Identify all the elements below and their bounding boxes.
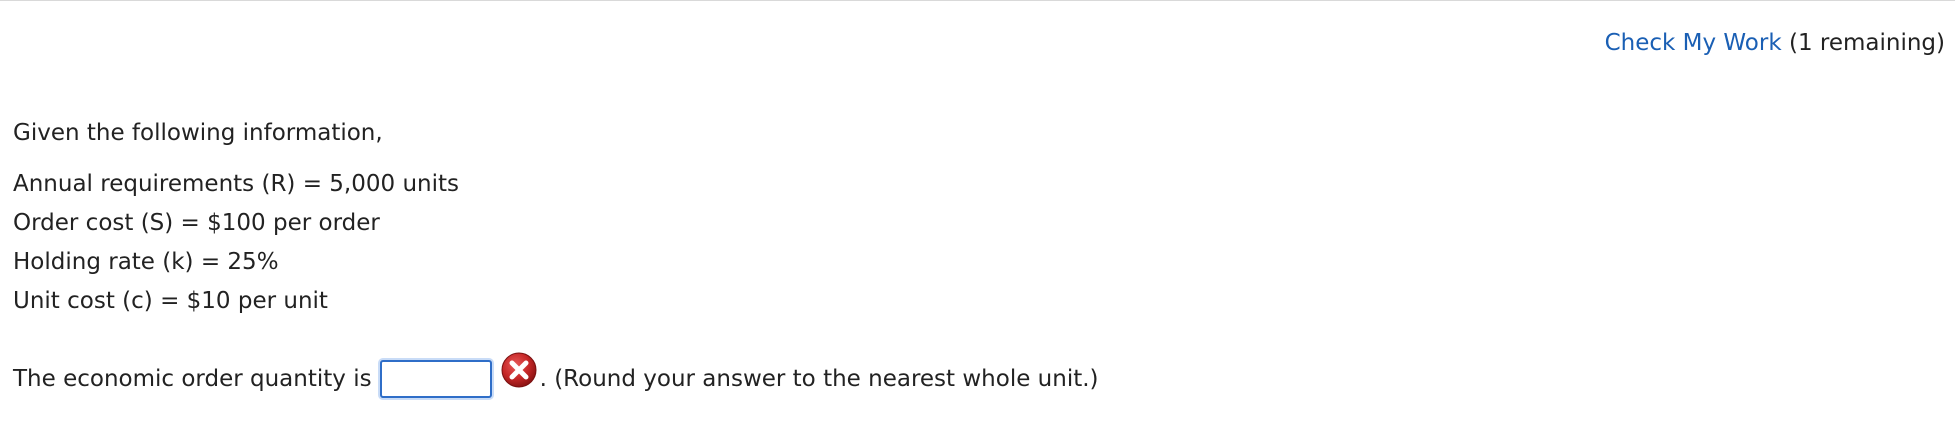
eoq-question: The economic order quantity is . (Round … (13, 351, 1099, 404)
incorrect-x-icon (500, 351, 538, 389)
problem-intro: Given the following information, (13, 120, 383, 146)
given-annual-requirements: Annual requirements (R) = 5,000 units (13, 171, 459, 197)
question-prefix: The economic order quantity is (13, 366, 372, 392)
check-work-bar: Check My Work (1 remaining) (1605, 30, 1945, 56)
problem-statement: Given the following information, Annual … (13, 122, 459, 329)
given-order-cost: Order cost (S) = $100 per order (13, 210, 380, 236)
rounding-instruction: . (Round your answer to the nearest whol… (539, 366, 1099, 392)
eoq-answer-input[interactable] (379, 360, 492, 398)
given-unit-cost: Unit cost (c) = $10 per unit (13, 288, 328, 314)
given-holding-rate: Holding rate (k) = 25% (13, 249, 279, 275)
remaining-count: (1 remaining) (1788, 30, 1945, 56)
top-divider (0, 0, 1955, 1)
check-my-work-link[interactable]: Check My Work (1605, 30, 1782, 56)
